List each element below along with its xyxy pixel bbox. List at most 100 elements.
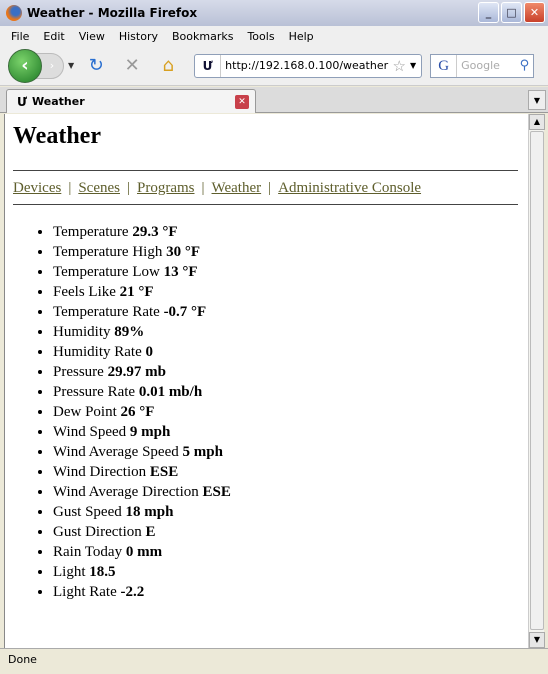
weather-label: Gust Direction: [53, 524, 142, 540]
search-box[interactable]: G Google ⚲: [430, 53, 535, 78]
close-tab-icon[interactable]: ✕: [235, 94, 249, 109]
weather-value: 5 mph: [182, 444, 223, 460]
divider: [13, 204, 518, 205]
nav-link-admin-console[interactable]: Administrative Console: [278, 180, 421, 196]
page-content: Weather Devices | Scenes | Programs | Weather |…: [4, 114, 528, 648]
site-favicon-icon: Ư: [195, 54, 222, 77]
weather-item: Feels Like 21 °F: [53, 282, 518, 302]
menu-history[interactable]: History: [112, 30, 165, 43]
weather-item: Temperature 29.3 °F: [53, 222, 518, 242]
weather-value: 29.97 mb: [107, 364, 166, 380]
weather-value: 29.3 °F: [132, 224, 178, 240]
weather-value: 30 °F: [166, 244, 200, 260]
reload-icon[interactable]: ↻: [82, 55, 110, 76]
weather-value: -0.7 °F: [163, 304, 207, 320]
weather-label: Wind Average Speed: [53, 444, 179, 460]
weather-label: Temperature: [53, 224, 129, 240]
weather-item: Temperature Rate -0.7 °F: [53, 302, 518, 322]
menu-file[interactable]: File: [4, 30, 36, 43]
history-dropdown-icon[interactable]: ▼: [68, 61, 74, 70]
page-title: Weather: [13, 123, 101, 149]
weather-list: Temperature 29.3 °FTemperature High 30 °…: [13, 222, 518, 602]
weather-value: 9 mph: [129, 424, 171, 440]
weather-label: Pressure Rate: [53, 384, 136, 400]
weather-label: Wind Direction: [53, 464, 147, 480]
scroll-up-icon[interactable]: ▲: [529, 114, 545, 130]
weather-value: 0: [145, 344, 154, 360]
navigation-toolbar: ‹ › ▼ ↻ ✕ ⌂ Ư http://192.168.0.100/weath…: [0, 46, 548, 86]
url-input[interactable]: http://192.168.0.100/weather: [221, 59, 392, 72]
tab-list-button[interactable]: ▼: [528, 90, 546, 110]
weather-item: Dew Point 26 °F: [53, 402, 518, 422]
scroll-thumb[interactable]: [530, 131, 544, 630]
weather-item: Gust Speed 18 mph: [53, 502, 518, 522]
nav-link-weather[interactable]: Weather: [212, 180, 262, 196]
weather-value: 26 °F: [120, 404, 155, 420]
weather-value: 21 °F: [119, 284, 154, 300]
minimize-button[interactable]: _: [478, 2, 499, 23]
url-bar[interactable]: Ư http://192.168.0.100/weather ☆ ▼: [194, 53, 423, 78]
weather-label: Rain Today: [53, 544, 123, 560]
magnifier-icon[interactable]: ⚲: [520, 58, 530, 73]
home-icon[interactable]: ⌂: [154, 55, 182, 76]
menu-bar: File Edit View History Bookmarks Tools H…: [0, 26, 548, 46]
scroll-down-icon[interactable]: ▼: [529, 632, 545, 648]
menu-help[interactable]: Help: [282, 30, 321, 43]
weather-value: 18.5: [89, 564, 116, 580]
weather-label: Feels Like: [53, 284, 116, 300]
status-bar: Done: [0, 648, 548, 674]
nav-link-devices[interactable]: Devices: [13, 180, 61, 196]
bookmark-star-icon[interactable]: ☆: [393, 57, 406, 75]
weather-label: Light: [53, 564, 86, 580]
weather-label: Gust Speed: [53, 504, 122, 520]
weather-label: Light Rate: [53, 584, 117, 600]
search-engine-google-icon[interactable]: G: [431, 54, 458, 77]
window-title: Weather - Mozilla Firefox: [27, 6, 198, 20]
tab-bar: Ư Weather ✕ ▼: [0, 87, 548, 113]
url-dropdown-icon[interactable]: ▼: [410, 61, 416, 70]
maximize-button[interactable]: □: [501, 2, 522, 23]
weather-item: Pressure 29.97 mb: [53, 362, 518, 382]
weather-label: Temperature Rate: [53, 304, 160, 320]
tab-label: Weather: [32, 95, 85, 108]
nav-link-scenes[interactable]: Scenes: [78, 180, 120, 196]
weather-value: 0 mm: [125, 544, 163, 560]
weather-label: Temperature High: [53, 244, 163, 260]
weather-item: Light 18.5: [53, 562, 518, 582]
menu-tools[interactable]: Tools: [240, 30, 281, 43]
stop-icon[interactable]: ✕: [118, 55, 146, 76]
weather-item: Wind Average Direction ESE: [53, 482, 518, 502]
weather-value: ESE: [149, 464, 179, 480]
close-window-button[interactable]: ✕: [524, 2, 545, 23]
weather-value: -2.2: [120, 584, 145, 600]
weather-item: Humidity 89%: [53, 322, 518, 342]
weather-item: Pressure Rate 0.01 mb/h: [53, 382, 518, 402]
weather-label: Temperature Low: [53, 264, 160, 280]
weather-item: Light Rate -2.2: [53, 582, 518, 602]
status-text: Done: [8, 653, 37, 666]
tab-weather[interactable]: Ư Weather ✕: [6, 89, 256, 113]
menu-view[interactable]: View: [72, 30, 112, 43]
weather-label: Humidity: [53, 324, 111, 340]
vertical-scrollbar[interactable]: ▲ ▼: [528, 114, 545, 648]
weather-label: Pressure: [53, 364, 104, 380]
weather-item: Wind Speed 9 mph: [53, 422, 518, 442]
weather-item: Temperature High 30 °F: [53, 242, 518, 262]
back-button[interactable]: ‹: [8, 48, 42, 83]
weather-value: 18 mph: [125, 504, 174, 520]
weather-label: Humidity Rate: [53, 344, 142, 360]
nav-link-programs[interactable]: Programs: [137, 180, 195, 196]
menu-bookmarks[interactable]: Bookmarks: [165, 30, 240, 43]
weather-value: 89%: [114, 324, 145, 340]
weather-item: Wind Average Speed 5 mph: [53, 442, 518, 462]
weather-item: Wind Direction ESE: [53, 462, 518, 482]
tab-favicon-icon: Ư: [17, 94, 28, 109]
site-nav: Devices | Scenes | Programs | Weather | Administ…: [13, 180, 422, 196]
weather-value: ESE: [202, 484, 231, 500]
weather-item: Rain Today 0 mm: [53, 542, 518, 562]
weather-label: Dew Point: [53, 404, 117, 420]
search-input[interactable]: Google: [457, 59, 519, 72]
weather-value: E: [145, 524, 156, 540]
weather-item: Temperature Low 13 °F: [53, 262, 518, 282]
menu-edit[interactable]: Edit: [36, 30, 71, 43]
